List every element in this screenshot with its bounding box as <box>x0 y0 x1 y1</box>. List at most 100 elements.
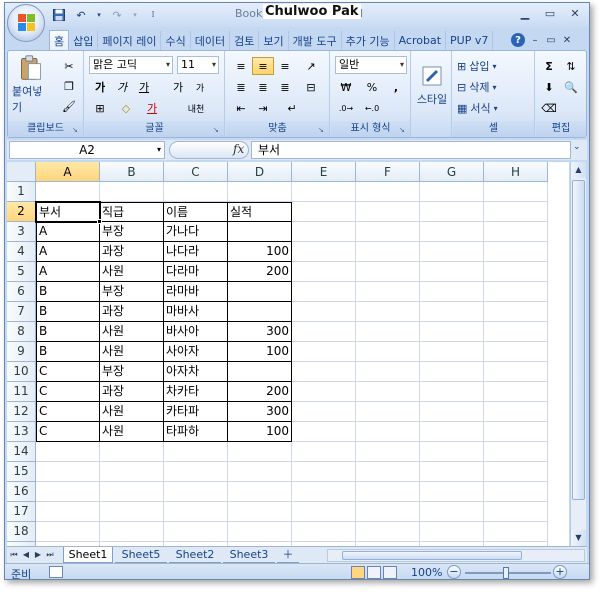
increase-decimal-icon[interactable]: .0→ <box>335 99 357 117</box>
cell-c8[interactable]: 바사아 <box>164 322 228 342</box>
cell-b14[interactable] <box>100 442 164 462</box>
cell-c12[interactable]: 카타파 <box>164 402 228 422</box>
sheet-tab-sheet1[interactable]: Sheet1 <box>63 547 113 563</box>
cell-a15[interactable] <box>36 462 100 482</box>
row-header-18[interactable]: 18 <box>7 522 36 542</box>
cell-f16[interactable] <box>356 482 420 502</box>
cell-a8[interactable]: B <box>36 322 100 342</box>
cell-f6[interactable] <box>356 282 420 302</box>
workbook-minimize-icon[interactable]: – <box>529 33 541 47</box>
row-header-4[interactable]: 4 <box>7 242 36 262</box>
cell-f12[interactable] <box>356 402 420 422</box>
font-size-dropdown[interactable]: 11 ▾ <box>177 56 219 74</box>
cell-e5[interactable] <box>292 262 356 282</box>
zoom-level[interactable]: 100% <box>411 566 442 579</box>
cell-g10[interactable] <box>420 362 484 382</box>
font-launcher-icon[interactable]: ↘ <box>213 126 221 134</box>
redo-icon[interactable]: ↷ <box>109 7 125 23</box>
cell-e6[interactable] <box>292 282 356 302</box>
cell-c6[interactable]: 라마바 <box>164 282 228 302</box>
expand-formula-bar-icon[interactable]: ⌄ <box>573 142 585 158</box>
bold-button[interactable]: 가 <box>89 78 111 96</box>
tab-formulas[interactable]: 수식 <box>161 31 191 50</box>
cell-f11[interactable] <box>356 382 420 402</box>
cell-e12[interactable] <box>292 402 356 422</box>
paste-button[interactable]: 붙여넣기 <box>12 55 50 115</box>
cell-a17[interactable] <box>36 502 100 522</box>
phonetic-guide-button[interactable]: 내천 <box>181 99 211 117</box>
cell-e1[interactable] <box>292 182 356 202</box>
cell-a14[interactable] <box>36 442 100 462</box>
column-header-g[interactable]: G <box>420 162 484 182</box>
select-all-corner[interactable] <box>7 162 36 182</box>
cell-b16[interactable] <box>100 482 164 502</box>
cell-f10[interactable] <box>356 362 420 382</box>
row-header-1[interactable]: 1 <box>7 182 36 202</box>
row-header-9[interactable]: 9 <box>7 342 36 362</box>
column-header-f[interactable]: F <box>356 162 420 182</box>
cell-g8[interactable] <box>420 322 484 342</box>
workbook-restore-icon[interactable]: ▭ <box>545 33 557 47</box>
row-header-10[interactable]: 10 <box>7 362 36 382</box>
horizontal-scroll-thumb[interactable] <box>342 551 522 560</box>
cell-h14[interactable] <box>484 442 548 462</box>
cell-d1[interactable] <box>228 182 292 202</box>
sheet-tab-sheet3[interactable]: Sheet3 <box>223 547 275 563</box>
cell-f4[interactable] <box>356 242 420 262</box>
cell-h17[interactable] <box>484 502 548 522</box>
grow-font-button[interactable]: 가 <box>167 78 189 96</box>
cell-b9[interactable]: 사원 <box>100 342 164 362</box>
cell-a1[interactable] <box>36 182 100 202</box>
vertical-scrollbar[interactable]: ▲ ▼ <box>570 162 586 546</box>
cell-e4[interactable] <box>292 242 356 262</box>
cell-a18[interactable] <box>36 522 100 542</box>
orientation-icon[interactable]: ↗ <box>300 57 322 75</box>
cell-a13[interactable]: C <box>36 422 100 442</box>
underline-button[interactable]: 가 <box>133 78 155 96</box>
row-header-13[interactable]: 13 <box>7 422 36 442</box>
tab-review[interactable]: 검토 <box>230 31 260 50</box>
cell-c15[interactable] <box>164 462 228 482</box>
scroll-up-icon[interactable]: ▲ <box>571 162 586 178</box>
cell-h2[interactable] <box>484 202 548 222</box>
save-icon[interactable] <box>51 7 67 23</box>
cut-icon[interactable]: ✂ <box>58 57 80 75</box>
column-header-b[interactable]: B <box>100 162 164 182</box>
office-button[interactable] <box>7 4 45 42</box>
help-icon[interactable]: ? <box>511 33 525 47</box>
cell-b3[interactable]: 부장 <box>100 222 164 242</box>
comma-button[interactable]: , <box>385 78 407 96</box>
redo-dropdown-icon[interactable]: ▾ <box>131 7 139 23</box>
cell-e9[interactable] <box>292 342 356 362</box>
cell-d12[interactable]: 300 <box>228 402 292 422</box>
cell-g6[interactable] <box>420 282 484 302</box>
horizontal-scrollbar[interactable] <box>327 549 585 562</box>
next-sheet-icon[interactable]: ▶ <box>33 549 43 561</box>
decrease-decimal-icon[interactable]: ←.0 <box>361 99 383 117</box>
cell-e7[interactable] <box>292 302 356 322</box>
normal-view-icon[interactable] <box>351 566 365 579</box>
cell-g17[interactable] <box>420 502 484 522</box>
cell-f17[interactable] <box>356 502 420 522</box>
row-header-5[interactable]: 5 <box>7 262 36 282</box>
row-header-6[interactable]: 6 <box>7 282 36 302</box>
cell-c3[interactable]: 가나다 <box>164 222 228 242</box>
cell-f8[interactable] <box>356 322 420 342</box>
last-sheet-icon[interactable]: ⏭ <box>45 549 55 561</box>
cell-b5[interactable]: 사원 <box>100 262 164 282</box>
cell-g5[interactable] <box>420 262 484 282</box>
cell-a10[interactable]: C <box>36 362 100 382</box>
tab-home[interactable]: 홈 <box>49 30 70 50</box>
cell-c13[interactable]: 타파하 <box>164 422 228 442</box>
cell-g9[interactable] <box>420 342 484 362</box>
row-header-14[interactable]: 14 <box>7 442 36 462</box>
cell-d9[interactable]: 100 <box>228 342 292 362</box>
cell-f3[interactable] <box>356 222 420 242</box>
cell-a4[interactable]: A <box>36 242 100 262</box>
cell-e18[interactable] <box>292 522 356 542</box>
decrease-indent-icon[interactable]: ⇤ <box>230 99 252 117</box>
cell-c10[interactable]: 아자차 <box>164 362 228 382</box>
zoom-slider-thumb[interactable] <box>503 567 509 579</box>
cell-a16[interactable] <box>36 482 100 502</box>
cell-c18[interactable] <box>164 522 228 542</box>
